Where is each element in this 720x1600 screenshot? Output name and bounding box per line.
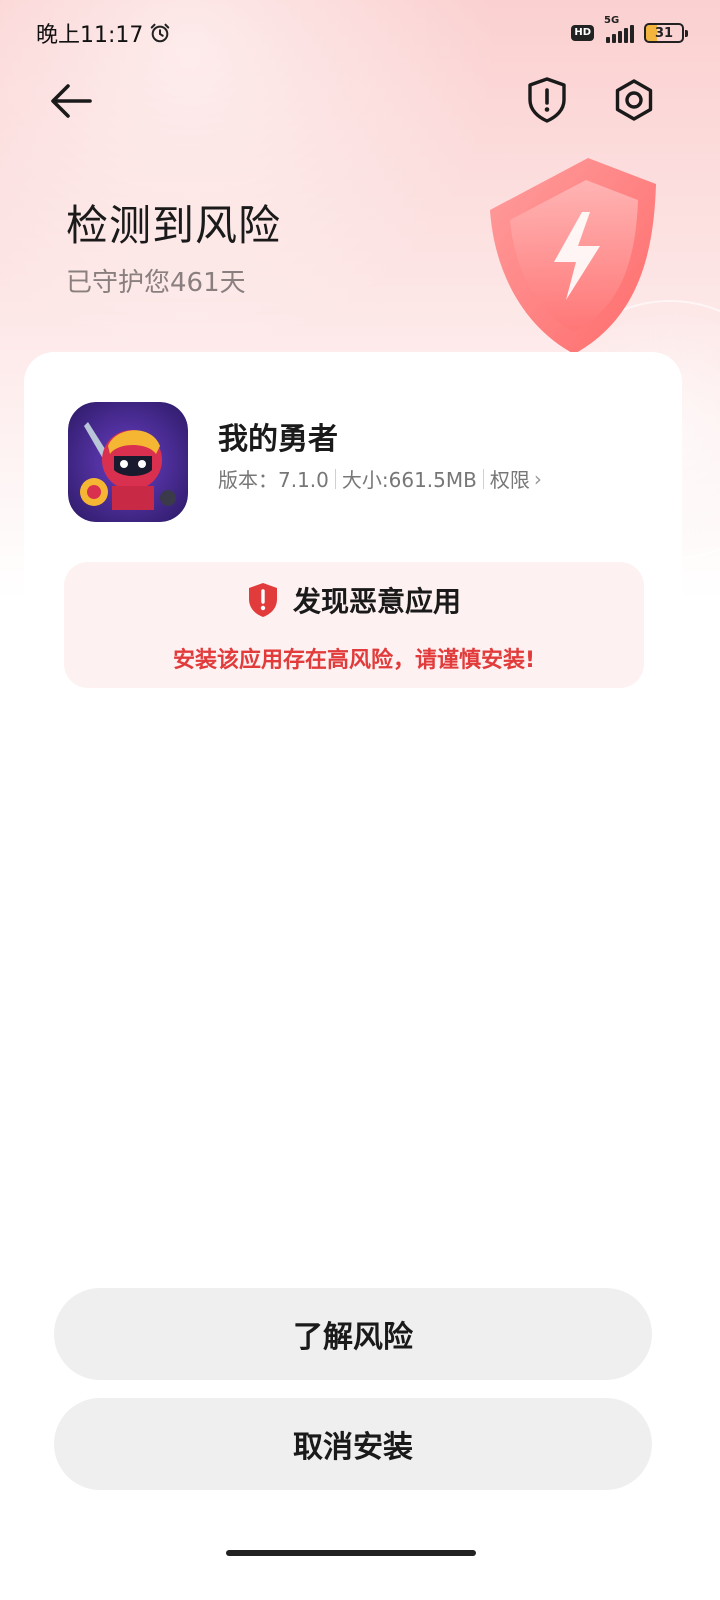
- app-icon: [68, 402, 188, 522]
- learn-risk-button[interactable]: 了解风险: [54, 1288, 652, 1380]
- alarm-clock-icon: [151, 23, 170, 43]
- battery-level: 31: [654, 25, 674, 41]
- shield-exclamation-icon[interactable]: [526, 76, 568, 124]
- shield-exclamation-icon: [248, 583, 277, 617]
- warning-box: 发现恶意应用 安装该应用存在高风险，请谨慎安装!: [64, 562, 644, 688]
- status-bar: 晚上11:17 HD 5G 31: [0, 0, 720, 66]
- status-right: HD 5G 31: [571, 15, 688, 43]
- protection-days: 已守护您461天: [66, 268, 246, 298]
- signal-icon: 5G: [604, 15, 634, 43]
- app-size: 大小:661.5MB: [341, 468, 477, 492]
- permissions-link[interactable]: 权限 ›: [490, 464, 542, 493]
- app-meta: 版本：7.1.0 大小:661.5MB 权限 ›: [218, 464, 542, 493]
- battery-icon: 31: [644, 23, 688, 43]
- shield-lightning-icon: [490, 158, 656, 354]
- cancel-install-button[interactable]: 取消安装: [54, 1398, 652, 1490]
- arrow-left-icon[interactable]: [46, 78, 96, 124]
- home-indicator[interactable]: [226, 1550, 476, 1556]
- warning-title: 发现恶意应用: [292, 585, 461, 618]
- warning-message: 安装该应用存在高风险，请谨慎安装!: [172, 648, 536, 673]
- top-nav: [0, 66, 720, 136]
- warning-header: 发现恶意应用: [64, 580, 644, 620]
- meta-divider: [334, 468, 336, 489]
- status-left: 晚上11:17: [36, 17, 171, 49]
- status-time: 晚上11:17: [36, 23, 144, 48]
- hd-badge: HD: [571, 25, 594, 41]
- network-type: 5G: [604, 15, 620, 26]
- app-version: 版本：7.1.0: [218, 468, 329, 492]
- permissions-label: 权限: [489, 468, 530, 492]
- page-title: 检测到风险: [66, 201, 282, 250]
- gear-icon[interactable]: [612, 78, 656, 122]
- meta-divider: [482, 468, 484, 489]
- app-name: 我的勇者: [218, 422, 338, 457]
- chevron-right-icon: ›: [533, 466, 542, 491]
